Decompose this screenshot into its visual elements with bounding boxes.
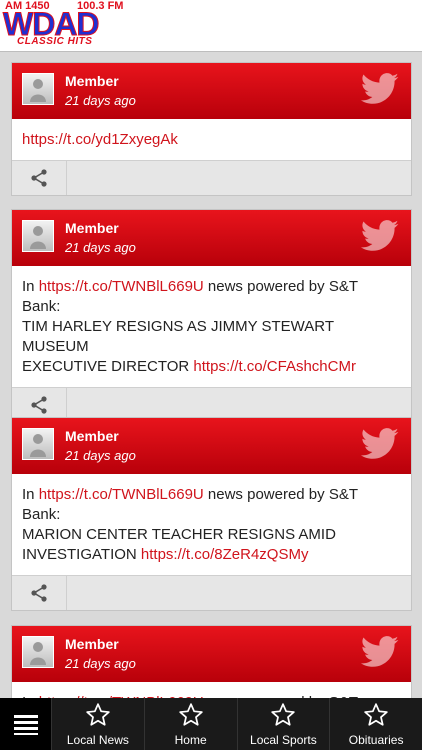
tweet-link[interactable]: https://t.co/CFAshchCMr	[193, 358, 356, 375]
tweet-time: 21 days ago	[65, 448, 136, 463]
tweet-author: Member	[65, 636, 119, 652]
hamburger-menu-icon	[13, 715, 38, 735]
tab-label: Local News	[66, 733, 129, 747]
star-icon	[178, 703, 203, 726]
menu-button[interactable]	[0, 698, 52, 750]
tweet-text-segment: EXECUTIVE DIRECTOR	[22, 358, 194, 375]
twitter-bird-icon	[360, 220, 399, 251]
tweet-text-segment: INVESTIGATION	[22, 546, 141, 563]
tweet-line: In https://t.co/TWNBlL669U news powered …	[22, 277, 401, 297]
share-icon	[31, 584, 47, 602]
tweet-line: INVESTIGATION https://t.co/8ZeR4zQSMy	[22, 545, 401, 565]
tweet-link[interactable]: https://t.co/TWNBlL669U	[39, 486, 204, 503]
twitter-bird-icon	[360, 636, 399, 667]
avatar	[22, 636, 54, 668]
tweet-text-segment: In	[22, 486, 39, 503]
tweet-line: In https://t.co/TWNBlL669U news powered …	[22, 485, 401, 505]
tweet-line: TIM HARLEY RESIGNS AS JIMMY STEWART MUSE…	[22, 317, 401, 357]
user-silhouette-icon	[30, 226, 46, 249]
tweet-text: In https://t.co/TWNBlL669U news powered …	[12, 266, 411, 387]
tweet-time: 21 days ago	[65, 240, 136, 255]
user-silhouette-icon	[30, 642, 46, 665]
tweet-text: In https://t.co/TWNBlL669U news powered …	[12, 474, 411, 575]
user-silhouette-icon	[30, 434, 46, 457]
tweet-time: 21 days ago	[65, 656, 136, 671]
tab-label: Obituaries	[348, 733, 404, 747]
tweet-header: Member 21 days ago	[12, 210, 411, 266]
tweet-text-segment: TIM HARLEY RESIGNS AS JIMMY STEWART MUSE…	[22, 318, 334, 355]
logo-tagline: CLASSIC HITS	[17, 36, 93, 47]
tab-local-news[interactable]: Local News	[52, 698, 145, 750]
bottom-tab-bar: Local News Home Local Sports Obituaries	[0, 698, 422, 750]
station-logo[interactable]: AM 1450 100.3 FM WDAD CLASSIC HITS	[3, 0, 128, 50]
tweet-card: Member 21 days ago In https://t.co/TWNBl…	[11, 625, 412, 698]
tweet-text: In https://t.co/TWNBlL669U news powered …	[12, 682, 411, 698]
tweet-text-segment: news powered by S&T	[203, 278, 358, 295]
tweet-actions	[12, 575, 411, 610]
star-icon	[86, 703, 110, 726]
star-icon	[271, 703, 296, 726]
tweet-line: EXECUTIVE DIRECTOR https://t.co/CFAshchC…	[22, 357, 401, 377]
tab-local-sports[interactable]: Local Sports	[238, 698, 331, 750]
avatar	[22, 73, 54, 105]
user-silhouette-icon	[30, 79, 46, 102]
tweet-text-segment: Bank:	[22, 506, 61, 523]
tweet-header: Member 21 days ago	[12, 626, 411, 682]
avatar	[22, 428, 54, 460]
tab-home[interactable]: Home	[145, 698, 238, 750]
twitter-bird-icon	[360, 73, 399, 104]
tweet-header: Member 21 days ago	[12, 63, 411, 119]
tweet-link[interactable]: https://t.co/yd1ZxyegAk	[22, 131, 178, 148]
app-header: AM 1450 100.3 FM WDAD CLASSIC HITS	[0, 0, 422, 52]
tab-obituaries[interactable]: Obituaries	[330, 698, 422, 750]
tweet-text: https://t.co/yd1ZxyegAk	[12, 119, 411, 160]
tweet-header: Member 21 days ago	[12, 418, 411, 474]
twitter-feed[interactable]: Member 21 days ago https://t.co/yd1Zxyeg…	[0, 52, 422, 698]
tweet-text-segment: In	[22, 278, 39, 295]
share-button[interactable]	[12, 161, 67, 195]
tweet-link[interactable]: https://t.co/TWNBlL669U	[39, 278, 204, 295]
tweet-actions	[12, 160, 411, 195]
tweet-author: Member	[65, 220, 119, 236]
share-icon	[31, 169, 47, 187]
tweet-line: https://t.co/yd1ZxyegAk	[22, 130, 401, 150]
tweet-link[interactable]: https://t.co/8ZeR4zQSMy	[141, 546, 309, 563]
tweet-card: Member 21 days ago In https://t.co/TWNBl…	[11, 209, 412, 423]
share-button[interactable]	[12, 576, 67, 610]
twitter-bird-icon	[360, 428, 399, 459]
tweet-card: Member 21 days ago https://t.co/yd1Zxyeg…	[11, 62, 412, 196]
tweet-line: Bank:	[22, 505, 401, 525]
tweet-time: 21 days ago	[65, 93, 136, 108]
tab-label: Local Sports	[250, 733, 317, 747]
tweet-author: Member	[65, 73, 119, 89]
share-icon	[31, 396, 47, 414]
star-icon	[364, 703, 388, 726]
avatar	[22, 220, 54, 252]
tab-label: Home	[174, 733, 207, 747]
tweet-author: Member	[65, 428, 119, 444]
tweet-text-segment: MARION CENTER TEACHER RESIGNS AMID	[22, 526, 336, 543]
tweet-text-segment: news powered by S&T	[203, 486, 358, 503]
tweet-text-segment: Bank:	[22, 298, 61, 315]
tweet-card: Member 21 days ago In https://t.co/TWNBl…	[11, 417, 412, 611]
tweet-line: MARION CENTER TEACHER RESIGNS AMID	[22, 525, 401, 545]
tweet-line: Bank:	[22, 297, 401, 317]
